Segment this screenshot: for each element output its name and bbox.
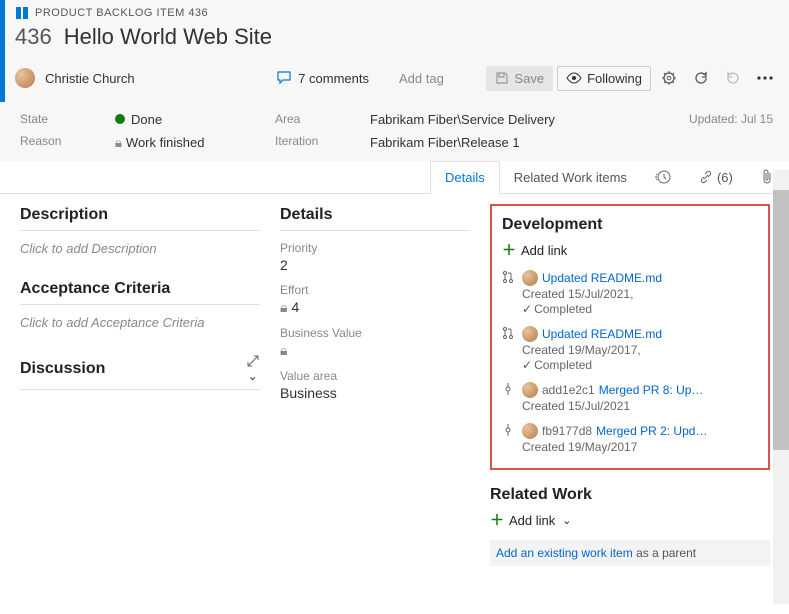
expand-icon xyxy=(246,354,260,368)
plus-icon: ＋ xyxy=(502,240,516,260)
pull-request-icon xyxy=(502,326,516,372)
comments-button[interactable]: 7 comments xyxy=(277,71,369,86)
ellipsis-icon xyxy=(756,75,774,81)
discussion-expand[interactable]: ⌄ xyxy=(246,354,260,383)
tab-history[interactable] xyxy=(641,161,685,193)
reason-label: Reason xyxy=(20,134,75,148)
commit-hash: fb9177d8 xyxy=(542,424,592,438)
description-placeholder[interactable]: Click to add Description xyxy=(20,241,260,256)
related-work-heading: Related Work xyxy=(490,486,770,504)
details-heading: Details xyxy=(280,206,470,224)
assignee-name[interactable]: Christie Church xyxy=(45,71,135,86)
effort-label: Effort xyxy=(280,283,470,297)
settings-button[interactable] xyxy=(655,64,683,92)
history-icon xyxy=(655,169,671,185)
dev-link-item: fb9177d8 Merged PR 2: Upd… Created 19/Ma… xyxy=(502,423,758,454)
comments-count: 7 comments xyxy=(298,71,369,86)
tab-related-work[interactable]: Related Work items xyxy=(500,162,641,193)
dev-link-item: Updated README.md Created 15/Jul/2021, ✓… xyxy=(502,270,758,316)
undo-button[interactable] xyxy=(719,64,747,92)
value-area-label: Value area xyxy=(280,369,470,383)
refresh-icon xyxy=(693,70,709,86)
refresh-button[interactable] xyxy=(687,64,715,92)
dev-link-item: Updated README.md Created 19/May/2017, ✓… xyxy=(502,326,758,372)
work-item-type-icon xyxy=(15,6,29,20)
state-label: State xyxy=(20,112,75,126)
lock-icon: 🔒︎ xyxy=(280,342,287,358)
business-value-value[interactable]: 🔒︎ xyxy=(280,342,470,359)
area-label: Area xyxy=(275,112,330,126)
discussion-heading: Discussion ⌄ xyxy=(20,354,260,383)
save-icon xyxy=(495,71,509,85)
related-add-link-button[interactable]: ＋Add link⌄ xyxy=(490,510,770,530)
dev-link-item: add1e2c1 Merged PR 8: Up… Created 15/Jul… xyxy=(502,382,758,413)
link-icon xyxy=(699,170,713,184)
dev-link-status: ✓Completed xyxy=(522,302,662,316)
vertical-scrollbar[interactable] xyxy=(773,170,789,604)
work-item-id: 436 xyxy=(15,24,52,50)
state-value[interactable]: Done xyxy=(115,112,235,127)
add-tag-button[interactable]: Add tag xyxy=(399,71,444,86)
development-heading: Development xyxy=(502,216,758,234)
state-dot-icon xyxy=(115,114,125,124)
dev-link-title[interactable]: Merged PR 2: Upd… xyxy=(596,424,707,438)
acceptance-placeholder[interactable]: Click to add Acceptance Criteria xyxy=(20,315,260,330)
more-actions-button[interactable] xyxy=(751,64,779,92)
work-item-title[interactable]: Hello World Web Site xyxy=(64,24,272,50)
iteration-label: Iteration xyxy=(275,134,330,148)
lock-icon: 🔒︎ xyxy=(115,135,122,150)
priority-label: Priority xyxy=(280,241,470,255)
scrollbar-thumb[interactable] xyxy=(773,190,789,450)
value-area-value[interactable]: Business xyxy=(280,385,470,401)
priority-value[interactable]: 2 xyxy=(280,257,470,273)
dev-link-title[interactable]: Updated README.md xyxy=(542,271,662,285)
undo-icon xyxy=(725,70,741,86)
dev-link-title[interactable]: Updated README.md xyxy=(542,327,662,341)
pull-request-icon xyxy=(502,270,516,316)
dev-link-subtitle: Created 19/May/2017 xyxy=(522,440,707,454)
dev-link-subtitle: Created 19/May/2017, xyxy=(522,343,662,357)
tab-links[interactable]: (6) xyxy=(685,162,747,193)
description-heading: Description xyxy=(20,206,260,224)
commit-icon xyxy=(502,423,516,454)
effort-value[interactable]: 🔒︎4 xyxy=(280,299,470,316)
gear-icon xyxy=(661,70,677,86)
updated-timestamp: Updated: Jul 15 xyxy=(689,112,773,126)
check-icon: ✓ xyxy=(522,302,532,316)
assignee-avatar[interactable] xyxy=(15,68,35,88)
attachment-icon xyxy=(761,169,773,185)
business-value-label: Business Value xyxy=(280,326,470,340)
acceptance-heading: Acceptance Criteria xyxy=(20,280,260,298)
tab-details[interactable]: Details xyxy=(430,161,500,194)
commit-icon xyxy=(502,382,516,413)
eye-icon xyxy=(566,72,582,84)
development-panel: Development ＋Add link Updated README.md … xyxy=(490,204,770,470)
chevron-down-icon: ⌄ xyxy=(562,514,571,527)
author-avatar xyxy=(522,270,538,286)
check-icon: ✓ xyxy=(522,358,532,372)
dev-link-status: ✓Completed xyxy=(522,358,662,372)
chevron-down-icon: ⌄ xyxy=(248,371,257,383)
dev-add-link-button[interactable]: ＋Add link xyxy=(502,240,758,260)
area-value[interactable]: Fabrikam Fiber\Service Delivery xyxy=(370,112,555,127)
lock-icon: 🔒︎ xyxy=(280,299,287,315)
dev-link-subtitle: Created 15/Jul/2021, xyxy=(522,287,662,301)
follow-button[interactable]: Following xyxy=(557,66,651,91)
iteration-value[interactable]: Fabrikam Fiber\Release 1 xyxy=(370,135,555,150)
comment-icon xyxy=(277,71,293,85)
dev-link-title[interactable]: Merged PR 8: Up… xyxy=(599,383,704,397)
commit-hash: add1e2c1 xyxy=(542,383,595,397)
work-item-type-label: PRODUCT BACKLOG ITEM 436 xyxy=(35,7,208,19)
save-button[interactable]: Save xyxy=(486,66,553,91)
plus-icon: ＋ xyxy=(490,510,504,530)
author-avatar xyxy=(522,326,538,342)
add-existing-work-item-button[interactable]: Add an existing work item as a parent xyxy=(490,540,770,566)
author-avatar xyxy=(522,423,538,439)
dev-link-subtitle: Created 15/Jul/2021 xyxy=(522,399,703,413)
reason-value[interactable]: 🔒︎Work finished xyxy=(115,135,235,151)
author-avatar xyxy=(522,382,538,398)
